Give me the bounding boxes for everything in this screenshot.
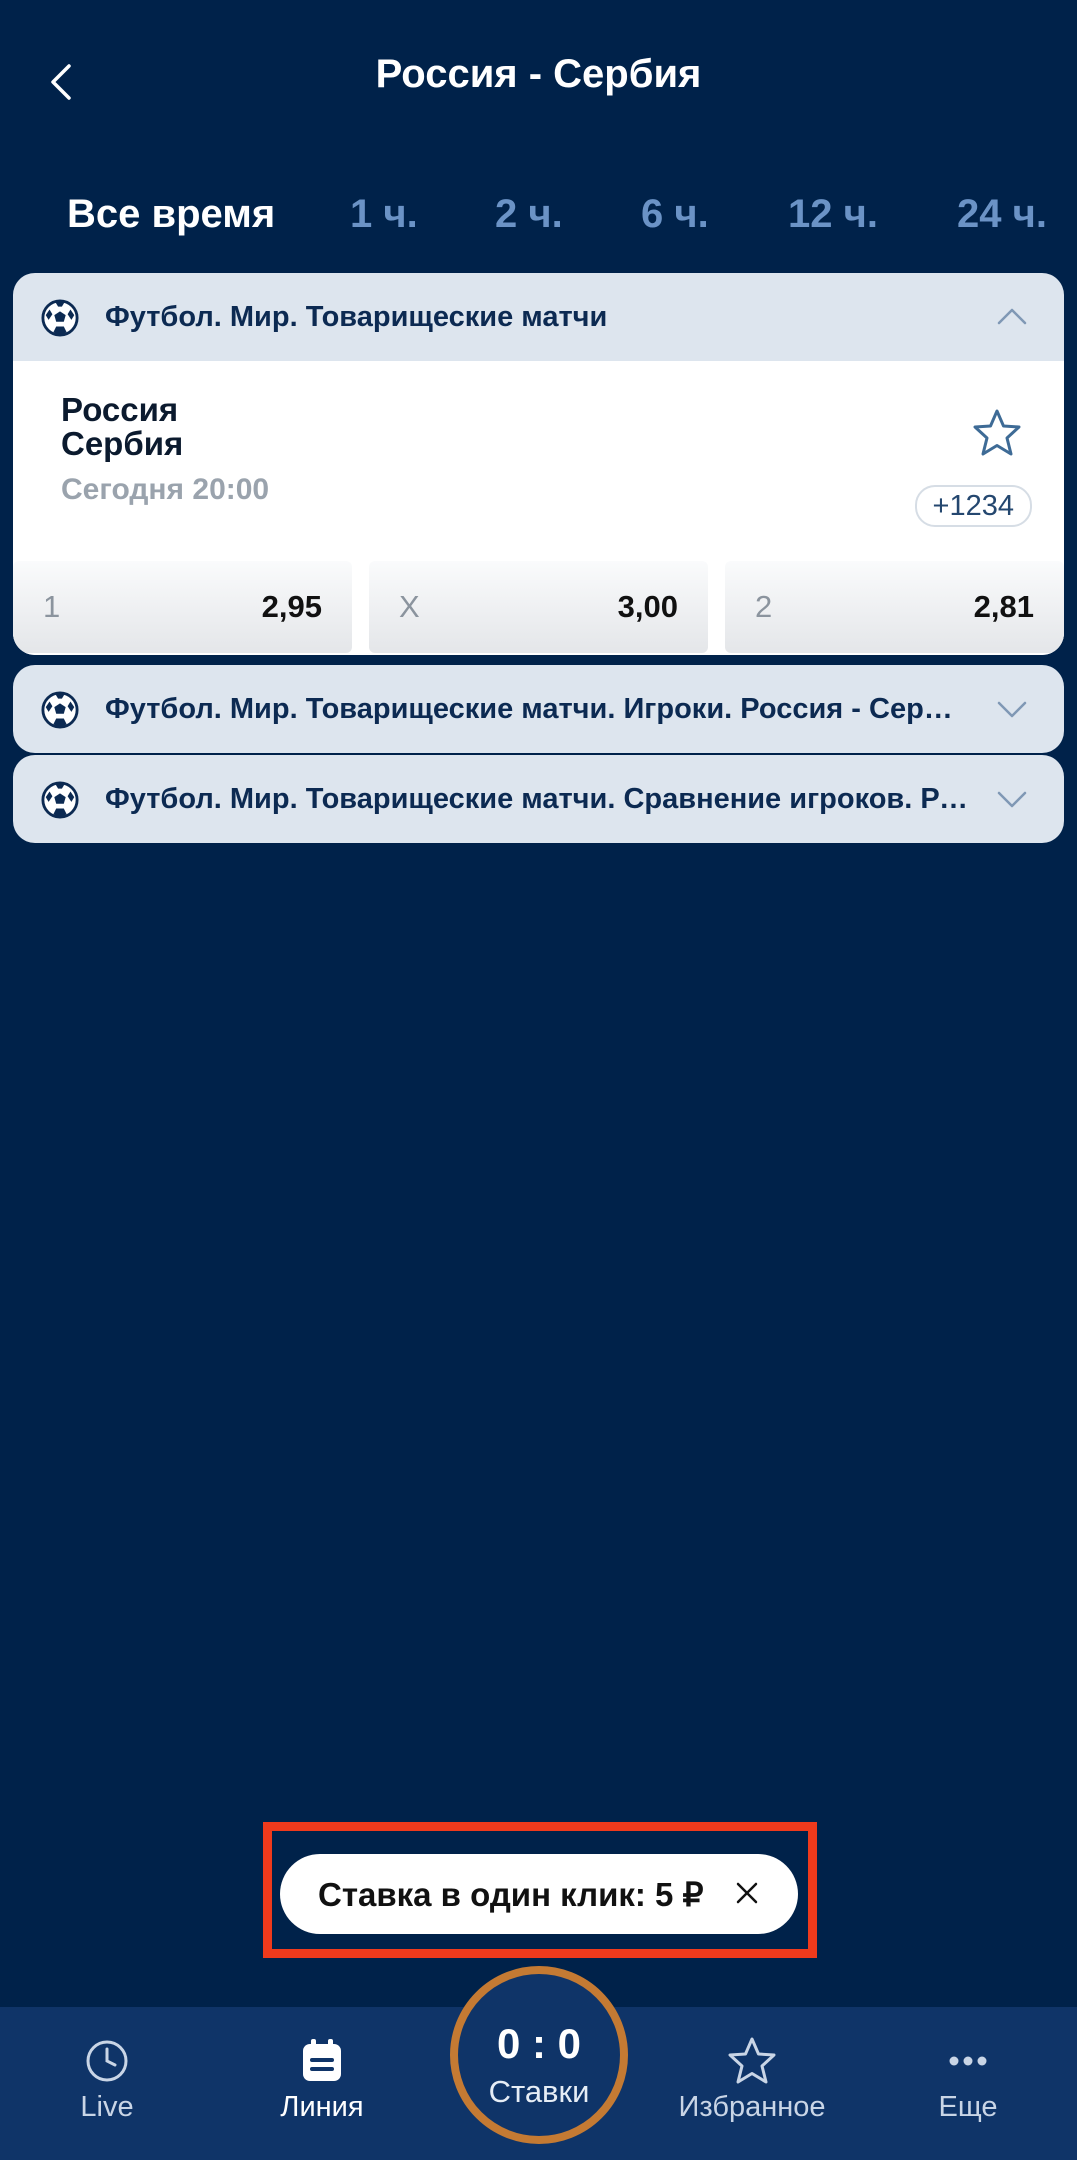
league-group: Футбол. Мир. Товарищеские матчи Россия С… <box>13 273 1064 655</box>
soccer-ball-icon <box>41 299 79 337</box>
league-group-header[interactable]: Футбол. Мир. Товарищеские матчи. Сравнен… <box>13 755 1064 843</box>
calendar-icon <box>303 2039 341 2081</box>
page-title: Россия - Сербия <box>375 52 702 96</box>
team-away: Сербия <box>61 425 184 462</box>
one-click-bet-label: Ставка в один клик: 5 ₽ <box>318 1875 704 1913</box>
league-group-header[interactable]: Футбол. Мир. Товарищеские матчи. Игроки.… <box>13 665 1064 753</box>
odd-value: 3,00 <box>617 589 678 624</box>
nav-live[interactable]: Live <box>12 2035 202 2124</box>
more-dots-icon <box>949 2056 987 2066</box>
tab-2h[interactable]: 2 ч. <box>495 192 563 237</box>
nav-label: Линия <box>280 2091 364 2123</box>
match-time: Сегодня 20:00 <box>61 473 270 506</box>
top-bar: Россия - Сербия <box>0 0 1077 165</box>
one-click-bet-pill[interactable]: Ставка в один клик: 5 ₽ <box>280 1854 798 1934</box>
match-card[interactable]: Россия Сербия Сегодня 20:00 +1234 <box>13 361 1064 561</box>
odd-label: 2 <box>755 589 773 624</box>
soccer-ball-icon <box>41 781 79 819</box>
nav-favorites[interactable]: Избранное <box>657 2035 847 2124</box>
chevron-up-icon[interactable] <box>996 303 1028 331</box>
star-icon[interactable] <box>970 407 1024 459</box>
odd-button-home[interactable]: 1 2,95 <box>13 561 352 653</box>
odd-label: 1 <box>43 589 61 624</box>
nav-line[interactable]: Линия <box>227 2035 417 2124</box>
odds-row: 1 2,95 X 3,00 2 2,81 <box>13 561 1064 655</box>
tab-6h[interactable]: 6 ч. <box>641 192 709 237</box>
clock-icon <box>86 2040 128 2082</box>
soccer-ball-icon <box>41 691 79 729</box>
bets-label: Ставки <box>488 2074 590 2109</box>
more-markets-badge[interactable]: +1234 <box>914 485 1032 527</box>
league-title: Футбол. Мир. Товарищеские матчи. Сравнен… <box>105 782 968 815</box>
odd-button-draw[interactable]: X 3,00 <box>369 561 708 653</box>
tab-all-time[interactable]: Все время <box>67 192 275 237</box>
close-icon[interactable] <box>732 1878 762 1908</box>
nav-label: Избранное <box>678 2091 826 2123</box>
team-home: Россия <box>61 391 179 428</box>
league-title: Футбол. Мир. Товарищеские матчи <box>105 300 608 333</box>
league-group: Футбол. Мир. Товарищеские матчи. Сравнен… <box>13 755 1064 843</box>
chevron-down-icon[interactable] <box>996 695 1028 723</box>
odd-label: X <box>399 589 420 624</box>
bets-slip-button[interactable]: 0 : 0 Ставки <box>450 1966 628 2144</box>
league-group-header[interactable]: Футбол. Мир. Товарищеские матчи <box>13 273 1064 361</box>
tab-1h[interactable]: 1 ч. <box>350 192 418 237</box>
time-filter-tabs: Все время 1 ч. 2 ч. 6 ч. 12 ч. 24 ч. <box>0 180 1077 250</box>
nav-more[interactable]: Еще <box>873 2035 1063 2124</box>
nav-label: Еще <box>938 2091 998 2123</box>
odd-value: 2,81 <box>973 589 1034 624</box>
tab-24h[interactable]: 24 ч. <box>957 192 1047 237</box>
bets-score: 0 : 0 <box>496 2020 582 2067</box>
tab-12h[interactable]: 12 ч. <box>788 192 878 237</box>
star-icon <box>728 2037 776 2084</box>
chevron-down-icon[interactable] <box>996 785 1028 813</box>
nav-label: Live <box>80 2091 134 2123</box>
league-title: Футбол. Мир. Товарищеские матчи. Игроки.… <box>105 692 968 725</box>
odd-value: 2,95 <box>261 589 322 624</box>
odd-button-away[interactable]: 2 2,81 <box>725 561 1064 653</box>
league-group: Футбол. Мир. Товарищеские матчи. Игроки.… <box>13 665 1064 753</box>
